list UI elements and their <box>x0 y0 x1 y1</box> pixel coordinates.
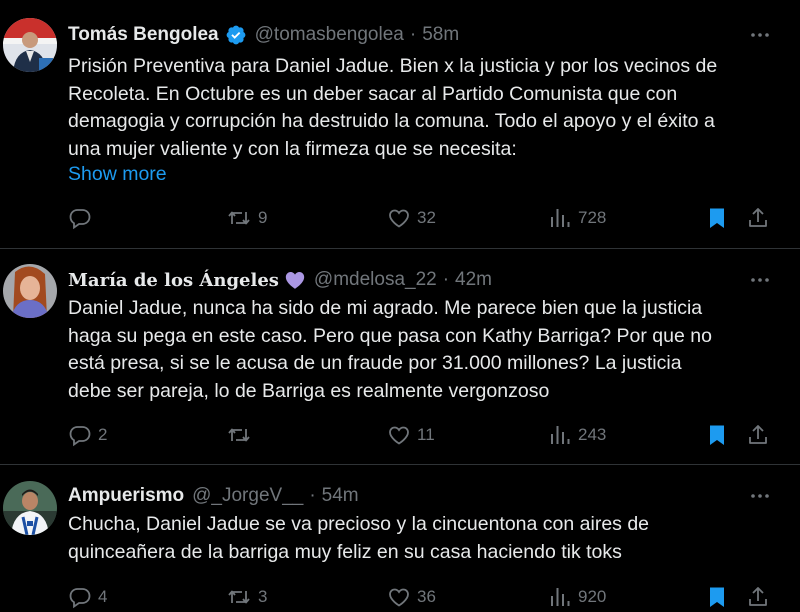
heart-icon <box>389 588 409 607</box>
more-icon[interactable] <box>748 484 772 508</box>
views-button[interactable]: 728 <box>548 204 606 232</box>
retweet-button[interactable]: 3 <box>226 583 267 611</box>
view-count: 920 <box>578 587 607 606</box>
share-button[interactable] <box>746 204 770 232</box>
tweet-text-line: haga su pega en este caso. Pero que pasa… <box>68 324 712 347</box>
views-icon <box>551 209 570 227</box>
author-handle[interactable]: @tomasbengolea <box>255 24 404 46</box>
bookmark-button[interactable] <box>705 421 729 449</box>
reply-icon <box>69 209 91 230</box>
avatar[interactable] <box>3 264 57 318</box>
like-count: 32 <box>417 208 436 227</box>
show-more-link[interactable]: Show more <box>68 163 167 186</box>
author-handle[interactable]: @_JorgeV__ <box>192 485 303 507</box>
reply-button[interactable] <box>68 204 98 232</box>
view-count: 243 <box>578 425 607 444</box>
retweet-icon <box>228 428 250 442</box>
views-icon <box>551 426 570 444</box>
more-icon[interactable] <box>748 23 772 47</box>
retweet-count: 3 <box>258 587 268 606</box>
retweet-button[interactable]: 9 <box>226 204 267 232</box>
reply-icon <box>69 426 91 447</box>
bookmark-icon <box>710 208 724 228</box>
separator: · <box>309 485 316 506</box>
reply-button[interactable]: 2 <box>68 421 107 449</box>
share-button[interactable] <box>746 583 770 611</box>
author-name[interactable]: María de los Ángeles <box>68 270 279 291</box>
retweet-button[interactable] <box>226 421 258 449</box>
reply-button[interactable]: 4 <box>68 583 107 611</box>
author-name[interactable]: Ampuerismo <box>68 485 184 507</box>
timestamp[interactable]: 54m <box>322 485 359 507</box>
action-bar: 2 11 243 <box>68 421 778 449</box>
reply-count: 4 <box>98 587 108 606</box>
like-count: 36 <box>417 587 436 606</box>
avatar[interactable] <box>3 18 57 72</box>
like-button[interactable]: 11 <box>387 421 435 449</box>
reply-count: 2 <box>98 425 108 444</box>
action-bar: 4 3 36 920 <box>68 583 778 611</box>
retweet-icon <box>228 211 250 225</box>
views-icon <box>551 588 570 606</box>
like-count: 11 <box>417 425 435 444</box>
avatar[interactable] <box>3 481 57 535</box>
tweet-text-line: Daniel Jadue, nunca ha sido de mi agrado… <box>68 297 703 319</box>
views-button[interactable]: 243 <box>548 421 606 449</box>
tweet-text: Chucha, Daniel Jadue se va precioso y la… <box>68 511 780 566</box>
tweet-text-line: Recoleta. En Octubre es un deber sacar a… <box>68 82 678 105</box>
tweet-text-line: Prisión Preventiva para Daniel Jadue. Bi… <box>68 55 718 77</box>
timestamp[interactable]: 42m <box>455 269 492 291</box>
tweet-text-line: una mujer valiente y con la firmeza que … <box>68 137 517 160</box>
tweet-text: Prisión Preventiva para Daniel Jadue. Bi… <box>68 53 780 163</box>
more-icon[interactable] <box>748 268 772 292</box>
action-bar: 9 32 728 <box>68 204 778 232</box>
bookmark-icon <box>710 587 724 607</box>
views-button[interactable]: 920 <box>548 583 606 611</box>
share-icon <box>749 587 767 606</box>
timestamp[interactable]: 58m <box>422 24 459 46</box>
retweet-icon <box>228 590 250 604</box>
like-button[interactable]: 32 <box>387 204 436 232</box>
author-name[interactable]: Tomás Bengolea <box>68 24 219 46</box>
bookmark-icon <box>710 425 724 445</box>
tweet-text-line: debe ser pareja, lo de Barriga es realme… <box>68 379 550 402</box>
tweet-text-line: Chucha, Daniel Jadue se va precioso y la… <box>68 513 650 535</box>
reply-icon <box>69 588 91 609</box>
tweet-text-line: quinceañera de la barriga muy feliz en s… <box>68 540 622 563</box>
tweet[interactable]: María de los Ángeles @mdelosa_22 · 42m D… <box>0 249 800 465</box>
heart-icon <box>389 426 409 445</box>
tweet-text: Daniel Jadue, nunca ha sido de mi agrado… <box>68 295 780 405</box>
bookmark-button[interactable] <box>705 204 729 232</box>
view-count: 728 <box>578 208 607 227</box>
share-icon <box>749 208 767 227</box>
tweet[interactable]: Tomás Bengolea @tomasbengolea · 58m Pris… <box>0 0 800 249</box>
separator: · <box>442 269 450 290</box>
like-button[interactable]: 36 <box>387 583 436 611</box>
tweet-text-line: demagogia y corrupción ha destruido la c… <box>68 110 715 132</box>
verified-badge-icon <box>225 24 247 46</box>
author-handle[interactable]: @mdelosa_22 <box>314 269 437 291</box>
tweet[interactable]: Ampuerismo @_JorgeV__ · 54m Chucha, Dani… <box>0 465 800 612</box>
purple-heart-icon <box>284 269 306 291</box>
separator: · <box>409 24 417 45</box>
retweet-count: 9 <box>258 208 268 227</box>
share-button[interactable] <box>746 421 770 449</box>
share-icon <box>749 425 767 444</box>
tweet-text-line: está presa, si se le acusa de un fraude … <box>68 352 682 374</box>
bookmark-button[interactable] <box>705 583 729 611</box>
heart-icon <box>389 209 409 228</box>
